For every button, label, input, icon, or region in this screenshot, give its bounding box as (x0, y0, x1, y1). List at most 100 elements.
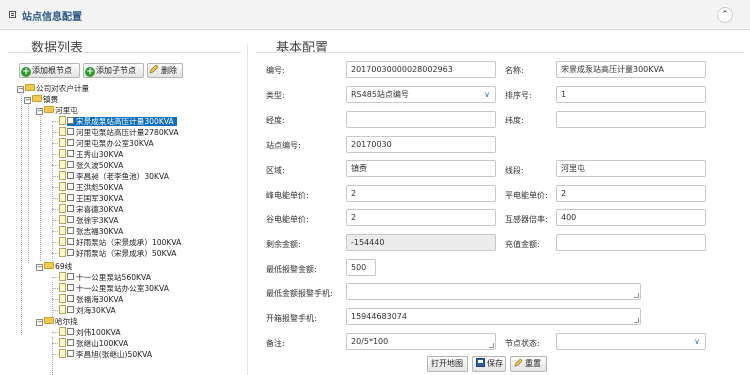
checkbox[interactable] (67, 128, 74, 135)
checkbox[interactable] (67, 249, 74, 256)
add-child-button[interactable]: + 添加子节点 (83, 63, 144, 78)
line-field[interactable]: 河里屯 (556, 160, 706, 177)
reset-button[interactable]: 重置 (510, 356, 547, 372)
resize-grip-icon[interactable] (634, 318, 639, 323)
order-field[interactable]: 1 (556, 86, 706, 103)
node-status-select[interactable]: ∨ (556, 333, 706, 350)
note-field[interactable]: 20/5*100 (346, 333, 496, 350)
checkbox[interactable] (67, 216, 74, 223)
latitude-field[interactable] (556, 111, 706, 128)
folder-icon (25, 84, 35, 91)
checkbox[interactable] (67, 117, 74, 124)
flat-price-field[interactable]: 2 (556, 185, 706, 202)
file-icon (59, 160, 66, 169)
tree-leaf[interactable]: 好雨泵站（宋景成承）50KVA (52, 248, 176, 259)
file-icon (59, 204, 66, 213)
longitude-field[interactable] (346, 111, 496, 128)
tree-leaf[interactable]: 刘伟100KVA (52, 327, 121, 338)
checkbox[interactable] (67, 139, 74, 146)
checkbox[interactable] (67, 150, 74, 157)
page-title: 站点信息配置 (22, 12, 82, 23)
collapse-node-icon[interactable]: − (24, 97, 31, 104)
collapse-node-icon[interactable]: − (17, 86, 24, 93)
file-icon (59, 272, 66, 281)
file-icon (59, 248, 66, 257)
tree-leaf[interactable]: 张志福30KVA (52, 226, 123, 237)
tree-leaf[interactable]: 河里屯泵办公室30KVA (52, 138, 154, 149)
valley-price-field[interactable]: 2 (346, 209, 496, 226)
checkbox[interactable] (67, 273, 74, 280)
min-alarm-phone-field[interactable] (346, 283, 641, 300)
collapse-node-icon[interactable]: − (36, 319, 43, 326)
gate-alarm-phone-field[interactable]: 15944683074 (346, 308, 641, 325)
tree-leaf[interactable]: 刘海30KVA (52, 305, 116, 316)
tree-leaf[interactable]: 十一公里泵站办公室30KVA (52, 283, 169, 294)
checkbox[interactable] (67, 284, 74, 291)
tree-leaf[interactable]: 李昌旭(张继山)50KVA (52, 349, 152, 360)
tree-leaf[interactable]: 张久波50KVA (52, 160, 123, 171)
save-icon (476, 358, 485, 367)
tree-leaf[interactable]: 王秀山30KVA (52, 149, 123, 160)
code-field[interactable]: 20170030000028002963 (346, 61, 496, 78)
tree-leaf[interactable]: 张继山100KVA (52, 338, 128, 349)
checkbox[interactable] (67, 339, 74, 346)
delete-button[interactable]: 删除 (147, 63, 183, 78)
type-select[interactable]: RS485站点编号 ∨ (346, 86, 496, 103)
file-icon (59, 294, 66, 303)
min-alarm-phone-label: 最低金额报警手机: (266, 289, 333, 298)
checkbox[interactable] (67, 295, 74, 302)
tree-leaf[interactable]: 河里屯泵站高压计量2780KVA (52, 127, 179, 138)
checkbox[interactable] (67, 306, 74, 313)
open-map-button[interactable]: 打开地图 (427, 356, 468, 372)
add-root-button[interactable]: + 添加根节点 (19, 63, 80, 78)
tree-node-subgroup[interactable]: − 河里屯 (36, 105, 78, 116)
region-label: 区域: (266, 166, 285, 175)
checkbox[interactable] (67, 172, 74, 179)
latitude-label: 纬度: (505, 116, 524, 125)
min-alarm-field[interactable]: 500 (346, 259, 376, 276)
panel-separator (247, 44, 248, 375)
tree-leaf[interactable]: 宋景成泵站高压计量300KVA (52, 116, 177, 127)
checkbox[interactable] (67, 328, 74, 335)
tree-connector (21, 92, 22, 335)
tree-node-root[interactable]: − 公司对农户计量 (17, 83, 89, 94)
type-label: 类型: (266, 91, 285, 100)
peak-price-field[interactable]: 2 (346, 185, 496, 202)
region-field[interactable]: 镇赉 (346, 160, 496, 177)
tree-node-group[interactable]: − 哈尔挠 (36, 316, 78, 327)
tree-leaf[interactable]: 好雨泵站（宋景成承）100KVA (52, 237, 181, 248)
edit-icon (514, 358, 523, 367)
file-icon (59, 127, 66, 136)
checkbox[interactable] (67, 350, 74, 357)
tree-leaf[interactable]: 王国军30KVA (52, 193, 123, 204)
tree-leaf[interactable]: 张福海30KVA (52, 294, 123, 305)
collapse-node-icon[interactable]: − (36, 264, 43, 271)
recharge-label: 充值金额: (505, 240, 540, 249)
resize-grip-icon[interactable] (634, 293, 639, 298)
tree-leaf[interactable]: 李昌昶（老李鱼池）30KVA (52, 171, 169, 182)
name-field[interactable]: 宋景成泵站高压计量300KVA (556, 61, 706, 78)
checkbox[interactable] (67, 194, 74, 201)
chevron-down-icon: ∨ (484, 90, 490, 99)
tree-node-group[interactable]: − 镇赉 (24, 94, 58, 105)
checkbox[interactable] (67, 161, 74, 168)
save-button[interactable]: 保存 (472, 356, 506, 372)
checkbox[interactable] (67, 205, 74, 212)
ct-ratio-field[interactable]: 400 (556, 209, 706, 226)
tree-leaf[interactable]: 十一公里泵站560KVA (52, 272, 151, 283)
checkbox[interactable] (67, 238, 74, 245)
resize-grip-icon[interactable] (489, 343, 494, 348)
collapse-button[interactable]: ⌃ (717, 7, 733, 23)
tree-leaf[interactable]: 王洪彪50KVA (52, 182, 123, 193)
checkbox[interactable] (67, 227, 74, 234)
folder-icon (44, 106, 54, 113)
station-code-field[interactable]: 20170030 (346, 136, 496, 153)
tree-leaf[interactable]: 张徐宇3KVA (52, 215, 119, 226)
file-icon (59, 171, 66, 180)
tree-leaf[interactable]: 宋喜德30KVA (52, 204, 123, 215)
collapse-node-icon[interactable]: − (36, 108, 43, 115)
checkbox[interactable] (67, 183, 74, 190)
recharge-field[interactable] (556, 234, 706, 251)
tree-node-group[interactable]: −69线 (36, 261, 72, 272)
balance-field: -154440 (346, 234, 496, 251)
